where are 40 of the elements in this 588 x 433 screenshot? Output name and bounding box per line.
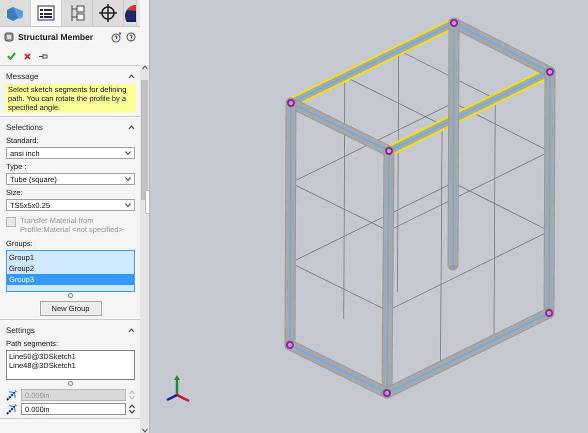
panel-title: Structural Member [18, 32, 94, 42]
panel-tab[interactable] [62, 0, 93, 26]
panel-tab[interactable] [124, 0, 137, 26]
beam-icon [4, 32, 14, 42]
vertex-icon[interactable] [383, 389, 391, 397]
panel-tab[interactable] [93, 0, 124, 26]
chevron-down-icon [125, 151, 131, 155]
close-icon[interactable] [24, 52, 31, 60]
section-title: Selections [6, 122, 43, 132]
section-title: Settings [6, 326, 35, 334]
axis-triad-drawing [166, 375, 190, 402]
chevron-down-icon [125, 203, 131, 207]
rotate-icon [6, 403, 18, 415]
check-icon[interactable] [7, 52, 16, 60]
list-icon [37, 5, 55, 21]
collapse-icon[interactable] [128, 328, 135, 332]
resize-handle[interactable] [68, 293, 73, 298]
rotate-icon [6, 389, 18, 401]
collapse-icon[interactable] [128, 74, 135, 78]
help-icon[interactable] [111, 32, 122, 42]
scroll-up-icon[interactable] [142, 65, 148, 70]
vertex-icon[interactable] [286, 341, 294, 349]
vertex-icon[interactable] [546, 68, 554, 76]
pin-icon[interactable] [39, 52, 48, 60]
scroll-down-icon[interactable] [142, 428, 148, 433]
spinner-icon[interactable] [129, 404, 135, 414]
section-title: Message [6, 72, 38, 80]
crosshair-icon [99, 4, 117, 22]
part-icon [5, 4, 25, 22]
tree-icon [69, 4, 85, 22]
resize-handle[interactable] [68, 381, 73, 386]
help-icon[interactable] [126, 32, 136, 42]
vertex-icon[interactable] [287, 99, 295, 107]
scrollbar[interactable] [140, 65, 149, 433]
vertex-icon[interactable] [450, 19, 458, 27]
chevron-down-icon [125, 177, 131, 181]
collapse-icon[interactable] [128, 124, 135, 130]
vertex-icon[interactable] [385, 147, 393, 155]
panel-tab[interactable] [31, 0, 62, 26]
vertex-icon[interactable] [545, 309, 553, 317]
